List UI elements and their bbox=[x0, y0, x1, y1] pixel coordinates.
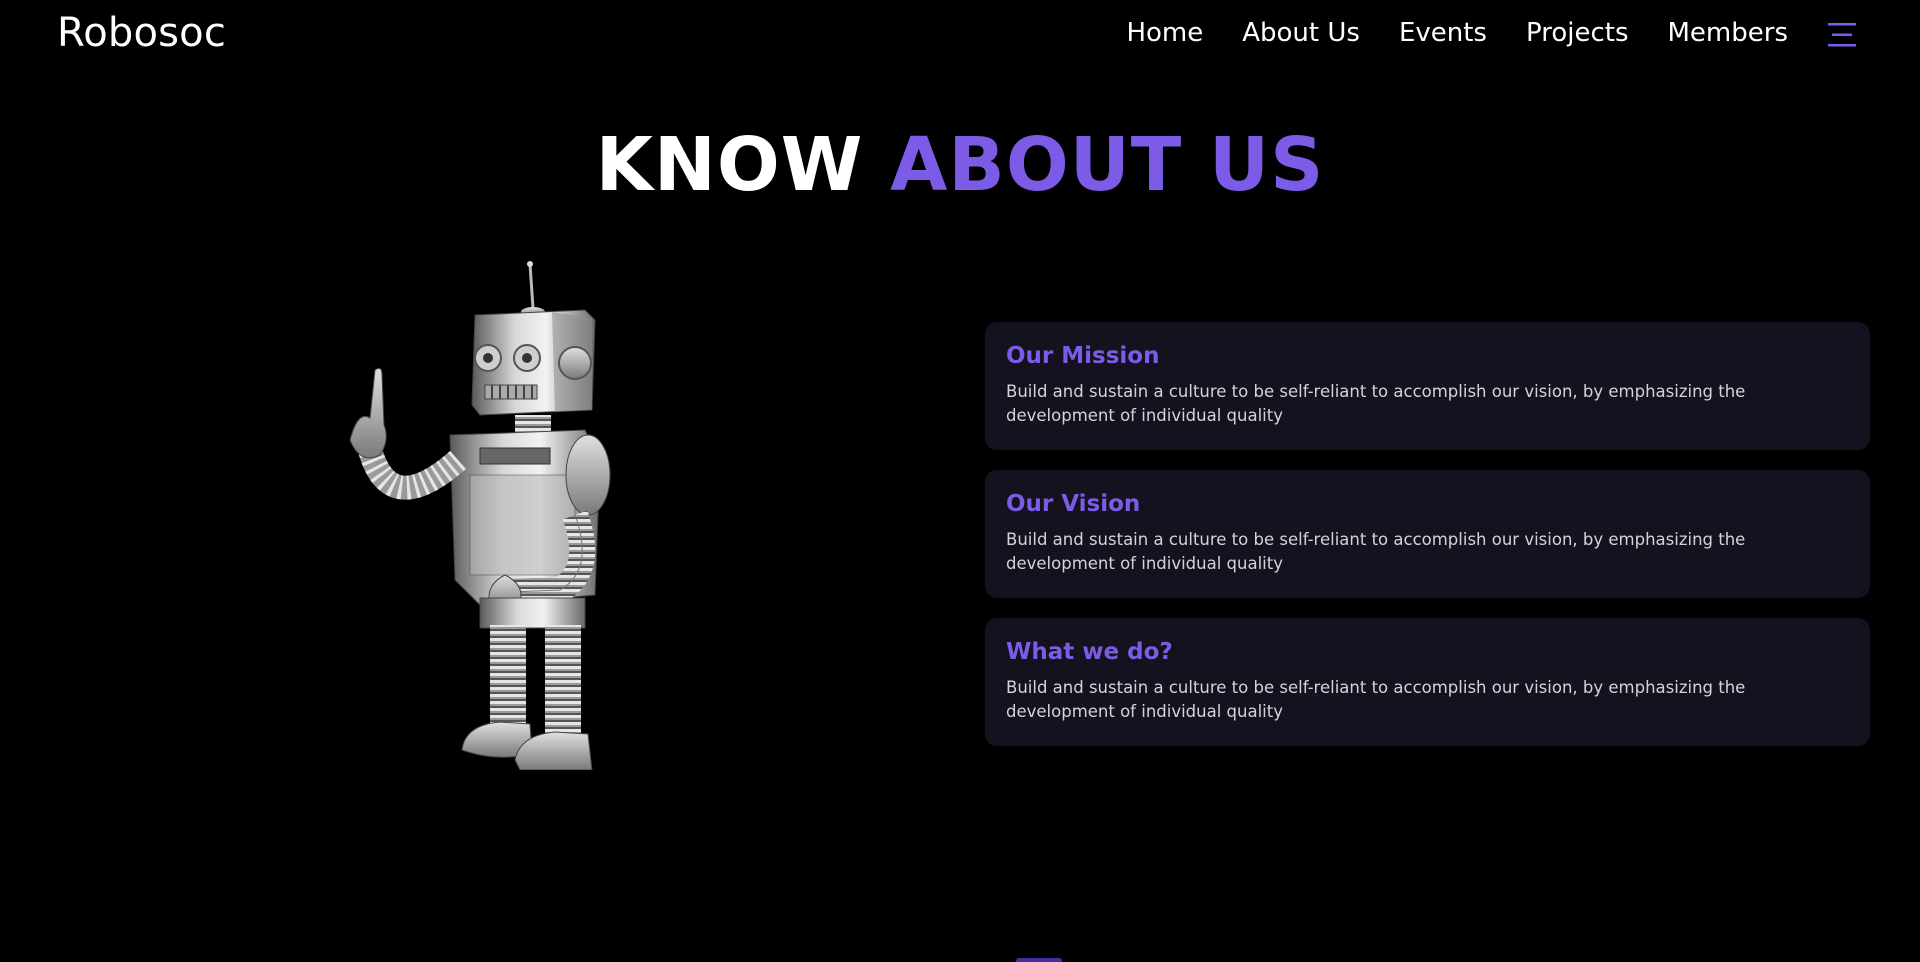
robot-illustration bbox=[349, 261, 611, 770]
section-heading: KNOW ABOUT US bbox=[0, 120, 1920, 210]
nav-link-projects[interactable]: Projects bbox=[1526, 18, 1629, 48]
nav-link-about-us[interactable]: About Us bbox=[1242, 18, 1360, 48]
nav-links: Home About Us Events Projects Members bbox=[1126, 18, 1788, 48]
nav-link-events[interactable]: Events bbox=[1399, 18, 1487, 48]
navbar: Robosoc Home About Us Events Projects Me… bbox=[0, 0, 1920, 74]
card-title: What we do? bbox=[1006, 639, 1173, 665]
section-indicator bbox=[1016, 958, 1062, 962]
info-cards: Our Mission Build and sustain a culture … bbox=[985, 322, 1870, 766]
card-text: Build and sustain a culture to be self-r… bbox=[1006, 530, 1746, 573]
card-our-vision: Our Vision Build and sustain a culture t… bbox=[985, 470, 1870, 598]
hamburger-menu-icon[interactable] bbox=[1826, 21, 1858, 49]
card-title: Our Mission bbox=[1006, 343, 1160, 369]
heading-part-about-us: ABOUT US bbox=[890, 122, 1325, 208]
page: Robosoc Home About Us Events Projects Me… bbox=[0, 0, 1920, 962]
card-what-we-do: What we do? Build and sustain a culture … bbox=[985, 618, 1870, 746]
nav-link-home[interactable]: Home bbox=[1126, 18, 1203, 48]
card-our-mission: Our Mission Build and sustain a culture … bbox=[985, 322, 1870, 450]
nav-link-members[interactable]: Members bbox=[1668, 18, 1789, 48]
card-text: Build and sustain a culture to be self-r… bbox=[1006, 678, 1746, 721]
heading-part-know: KNOW bbox=[595, 122, 864, 208]
card-text: Build and sustain a culture to be self-r… bbox=[1006, 382, 1746, 425]
card-title: Our Vision bbox=[1006, 491, 1141, 517]
brand-logo[interactable]: Robosoc bbox=[57, 10, 226, 56]
